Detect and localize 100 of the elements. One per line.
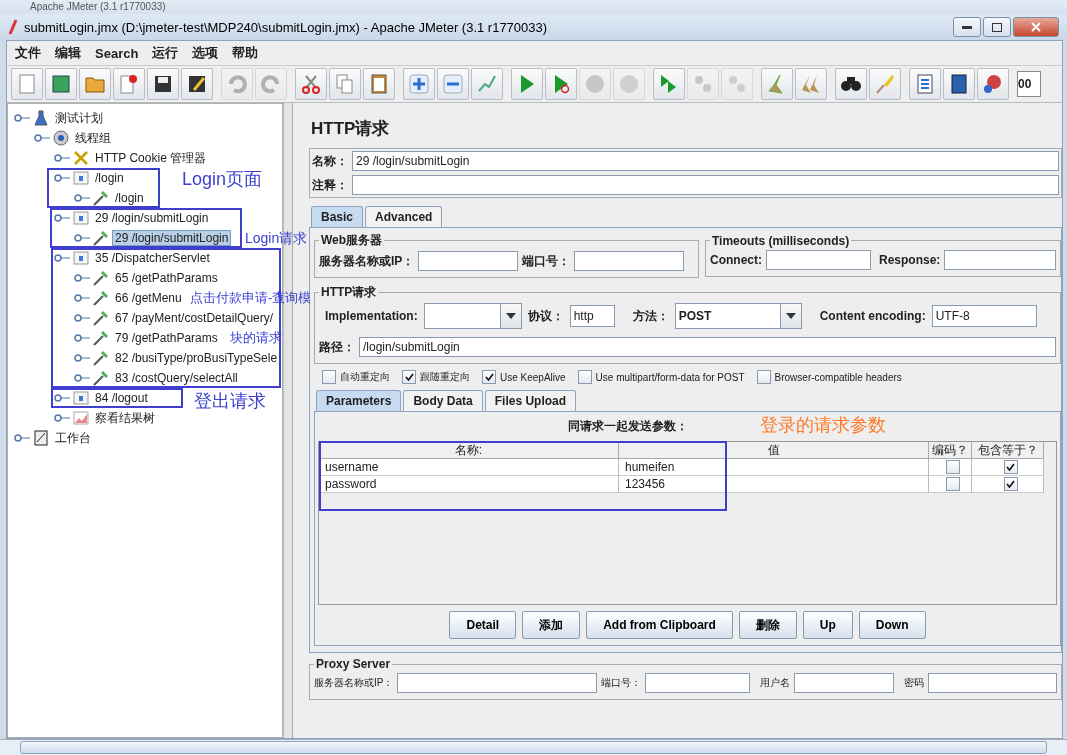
tree-item[interactable]: 29 /login/submitLogin xyxy=(112,230,232,246)
comment-field[interactable] xyxy=(352,175,1059,195)
tree-handle-icon[interactable] xyxy=(74,334,90,342)
action-button[interactable]: 删除 xyxy=(738,611,797,639)
server-field[interactable] xyxy=(418,251,519,271)
menu-item[interactable]: 运行 xyxy=(152,44,179,62)
proxy-server-field[interactable] xyxy=(397,673,598,693)
pipette-icon xyxy=(93,310,109,326)
tree-item[interactable]: 工作台 xyxy=(52,428,94,448)
tree-item[interactable]: 测试计划 xyxy=(52,108,106,128)
scrollbar[interactable] xyxy=(0,739,1067,755)
encoding-field[interactable]: UTF-8 xyxy=(931,305,1037,327)
tree-handle-icon[interactable] xyxy=(14,434,30,442)
field-label: 服务器名称或IP： xyxy=(314,676,394,690)
tab[interactable]: Basic xyxy=(311,206,364,227)
field-label: 名称： xyxy=(312,152,348,170)
tree-item[interactable]: 83 /costQuery/selectAll xyxy=(112,370,241,386)
connect-field[interactable] xyxy=(766,249,871,270)
tree-handle-icon[interactable] xyxy=(54,414,70,422)
proxy-password-field[interactable] xyxy=(928,673,1057,693)
tree-handle-icon[interactable] xyxy=(54,154,70,162)
protocol-field[interactable]: http xyxy=(569,305,615,327)
tab[interactable]: Parameters xyxy=(316,390,402,411)
tools-icon xyxy=(73,150,89,166)
tree-item[interactable]: 79 /getPathParams xyxy=(112,330,221,346)
tree-item[interactable]: 线程组 xyxy=(72,128,114,148)
field-label: Response: xyxy=(879,252,941,267)
option-checkbox[interactable]: Use multipart/form-data for POST xyxy=(577,370,745,384)
remote-stop-icon xyxy=(692,73,714,95)
tab[interactable]: Advanced xyxy=(365,206,443,227)
toolbar-field[interactable]: 00 xyxy=(1017,71,1041,97)
toolbar-button[interactable] xyxy=(147,68,179,100)
tree-item[interactable]: 82 /busiType/proBusiTypeSele xyxy=(112,350,281,366)
menu-item[interactable]: Search xyxy=(95,45,139,61)
option-checkbox[interactable]: 自动重定向 xyxy=(322,370,390,384)
field-label: 方法： xyxy=(632,307,669,325)
checkbox[interactable] xyxy=(1003,477,1018,491)
remote-shutdown-icon xyxy=(726,73,748,95)
menu-item[interactable]: 编辑 xyxy=(55,44,81,62)
tree-handle-icon[interactable] xyxy=(74,374,90,382)
tree-handle-icon[interactable] xyxy=(74,234,90,242)
tab[interactable]: Files Upload xyxy=(484,390,577,411)
implementation-dropdown[interactable] xyxy=(423,303,522,329)
path-field[interactable]: /login/submitLogin xyxy=(359,337,1056,357)
proxy-port-field[interactable] xyxy=(645,673,751,693)
window-title: Apache JMeter (3.1 r1770033) xyxy=(30,1,166,13)
group-title: HTTP请求 xyxy=(320,284,378,301)
tree-item[interactable]: 29 /login/submitLogin xyxy=(92,210,212,226)
tree-handle-icon[interactable] xyxy=(74,314,90,322)
response-field[interactable] xyxy=(944,249,1056,270)
maximize-button[interactable] xyxy=(983,17,1011,37)
annotation-text: 登出请求 xyxy=(194,392,266,412)
tree-item[interactable]: /login xyxy=(112,190,147,206)
tree-handle-icon[interactable] xyxy=(54,174,70,182)
tree-handle-icon[interactable] xyxy=(54,254,70,262)
checkbox[interactable] xyxy=(1003,460,1018,474)
option-checkbox[interactable]: Use KeepAlive xyxy=(482,370,566,384)
toolbar-button[interactable] xyxy=(943,68,975,100)
tree-item[interactable]: 67 /payMent/costDetailQuery/ xyxy=(112,310,277,326)
window-title: submitLogin.jmx (D:\jmeter-test\MDP240\submitLogin.jmx) - Apache JMeter (3.1 r1770033) xyxy=(24,19,549,35)
field-label: 端口号： xyxy=(522,252,571,270)
tree-handle-icon[interactable] xyxy=(14,114,30,122)
tree-handle-icon[interactable] xyxy=(74,294,90,302)
tree-item[interactable]: 35 /DispatcherServlet xyxy=(92,250,213,266)
tree-handle-icon[interactable] xyxy=(54,214,70,222)
field-label: 协议： xyxy=(527,307,564,325)
field-label: 路径： xyxy=(319,338,355,356)
action-button[interactable]: Detail xyxy=(449,611,517,639)
method-dropdown[interactable]: POST xyxy=(674,303,802,329)
proxy-user-field[interactable] xyxy=(794,673,895,693)
tree-handle-icon[interactable] xyxy=(54,394,70,402)
action-button[interactable]: Add from Clipboard xyxy=(586,611,733,639)
tree-handle-icon[interactable] xyxy=(74,274,90,282)
toolbar-button[interactable] xyxy=(181,68,213,100)
port-field[interactable] xyxy=(574,251,685,271)
tree-item[interactable]: 察看结果树 xyxy=(92,408,158,428)
option-checkbox[interactable]: Browser-compatible headers xyxy=(756,370,902,384)
tab[interactable]: Body Data xyxy=(403,390,483,411)
tree-handle-icon[interactable] xyxy=(74,354,90,362)
menu-item[interactable]: 文件 xyxy=(15,44,41,62)
close-button[interactable] xyxy=(1013,17,1059,37)
checkbox[interactable] xyxy=(946,477,960,491)
tree-item[interactable]: 84 /logout xyxy=(92,390,151,406)
action-button[interactable]: Down xyxy=(858,611,926,639)
action-button[interactable]: 添加 xyxy=(522,611,581,639)
tree-item[interactable]: 65 /getPathParams xyxy=(112,270,221,286)
menu-item[interactable]: 帮助 xyxy=(232,44,259,62)
minimize-button[interactable] xyxy=(953,17,981,37)
name-field[interactable]: 29 /login/submitLogin xyxy=(352,151,1059,171)
close-file-icon xyxy=(118,73,140,95)
checkbox[interactable] xyxy=(946,460,960,474)
tree-item[interactable]: /login xyxy=(92,170,127,186)
tree-handle-icon[interactable] xyxy=(34,134,50,142)
menu-item[interactable]: 选项 xyxy=(192,44,219,62)
option-checkbox[interactable]: 跟随重定向 xyxy=(402,370,470,384)
tree-handle-icon[interactable] xyxy=(74,194,90,202)
tree-item[interactable]: HTTP Cookie 管理器 xyxy=(92,148,210,168)
tree-item[interactable]: 66 /getMenu xyxy=(112,290,185,306)
toolbar-button[interactable] xyxy=(835,68,867,100)
action-button[interactable]: Up xyxy=(802,611,853,639)
